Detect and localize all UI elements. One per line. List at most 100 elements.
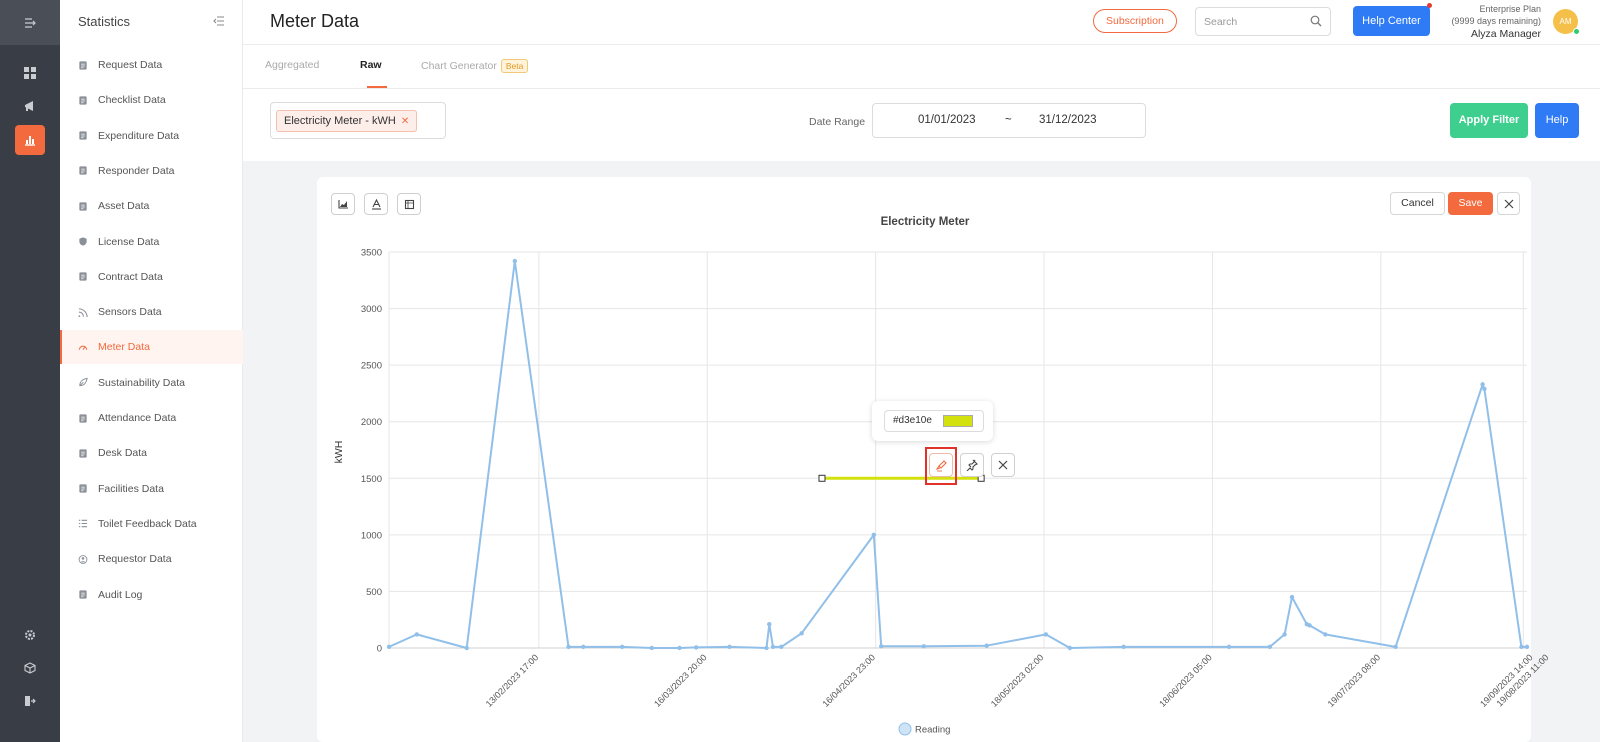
date-end[interactable]: 31/12/2023 (1039, 114, 1097, 126)
shield-icon (78, 237, 88, 247)
notification-dot (1427, 3, 1432, 8)
close-icon (998, 460, 1008, 470)
sidebar-item-contract-data[interactable]: Contract Data (60, 260, 243, 294)
statistics-icon[interactable] (15, 125, 45, 155)
color-hex-input[interactable]: #d3e10e (884, 410, 984, 432)
color-picker-highlight (925, 447, 957, 485)
list-icon (78, 519, 88, 529)
delete-annotation-button[interactable] (991, 453, 1015, 477)
sidebar-item-checklist-data[interactable]: Checklist Data (60, 83, 243, 117)
page-title: Meter Data (270, 11, 360, 31)
active-tab-indicator (367, 86, 387, 88)
close-editor-button[interactable] (1497, 192, 1520, 215)
tab-bar: Aggregated Raw Chart Generator Beta (243, 45, 1600, 89)
annotation-color-popup: #d3e10e (872, 401, 993, 441)
top-header: Meter Data Subscription Search Help Cent… (243, 0, 1600, 45)
online-status-dot (1573, 28, 1580, 35)
meter-chip-label: Electricity Meter - kWH (284, 115, 396, 127)
sidebar-item-label: Audit Log (98, 588, 143, 601)
sidebar-item-label: Sensors Data (98, 306, 162, 319)
tab-aggregated[interactable]: Aggregated (265, 59, 319, 71)
desk-icon (78, 448, 88, 458)
sidebar-item-label: Desk Data (98, 447, 148, 460)
sidebar-item-label: License Data (98, 235, 160, 248)
sidebar-item-responder-data[interactable]: Responder Data (60, 154, 243, 188)
sidebar-item-sensors-data[interactable]: Sensors Data (60, 295, 243, 329)
sidebar-item-label: Facilities Data (98, 482, 164, 495)
leaf-icon (78, 377, 88, 388)
date-start[interactable]: 01/01/2023 (918, 114, 976, 126)
collapse-sidebar-icon[interactable] (213, 14, 224, 29)
meter-select[interactable]: Electricity Meter - kWH ✕ (270, 102, 446, 139)
search-input[interactable]: Search (1195, 7, 1331, 36)
tab-chart-generator[interactable]: Chart Generator Beta (421, 59, 529, 73)
color-hex-value: #d3e10e (893, 415, 932, 426)
calendar-check-icon (78, 413, 88, 423)
sidebar-item-expenditure-data[interactable]: Expenditure Data (60, 119, 243, 153)
cube-icon[interactable] (15, 653, 45, 683)
contract-icon (78, 272, 88, 282)
tab-chart-generator-label: Chart Generator (421, 60, 497, 72)
remove-chip-icon[interactable]: ✕ (401, 116, 409, 127)
sidebar-item-requestor-data[interactable]: Requestor Data (60, 542, 243, 576)
crop-tool-button[interactable] (397, 193, 421, 215)
cancel-button[interactable]: Cancel (1390, 192, 1445, 215)
gear-icon[interactable] (15, 620, 45, 650)
request-icon (78, 60, 88, 70)
sidebar-item-desk-data[interactable]: Desk Data (60, 436, 243, 470)
date-separator: ~ (1005, 114, 1012, 126)
checklist-icon (78, 95, 88, 105)
sidebar-title: Statistics (78, 13, 131, 29)
sidebar-item-label: Expenditure Data (98, 129, 180, 142)
subscription-button[interactable]: Subscription (1093, 9, 1177, 33)
wifi-icon (78, 307, 88, 317)
sidebar-item-asset-data[interactable]: Asset Data (60, 189, 243, 223)
expand-icon (25, 17, 36, 28)
gauge-icon (78, 342, 88, 352)
chart-card (317, 177, 1531, 742)
sidebar-item-toilet-feedback-data[interactable]: Toilet Feedback Data (60, 507, 243, 541)
logout-icon[interactable] (15, 686, 45, 716)
sidebar-item-label: Responder Data (98, 164, 175, 177)
sidebar-item-label: Contract Data (98, 270, 163, 283)
sidebar-item-meter-data[interactable]: Meter Data (60, 330, 243, 365)
sidebar-item-request-data[interactable]: Request Data (60, 48, 243, 82)
pin-annotation-button[interactable] (960, 453, 984, 477)
sidebar-item-label: Checklist Data (98, 94, 166, 107)
sidebar-item-label: Toilet Feedback Data (98, 517, 197, 530)
save-button[interactable]: Save (1448, 192, 1493, 215)
sidebar-item-license-data[interactable]: License Data (60, 225, 243, 259)
plan-remaining: (9999 days remaining) (1451, 15, 1541, 26)
megaphone-icon[interactable] (15, 91, 45, 121)
beta-badge: Beta (500, 59, 529, 73)
rail-collapse-toggle[interactable] (0, 0, 60, 45)
sidebar-item-label: Asset Data (98, 200, 150, 213)
sidebar-item-sustainability-data[interactable]: Sustainability Data (60, 366, 243, 400)
text-icon (371, 198, 381, 210)
sidebar-item-audit-log[interactable]: Audit Log (60, 578, 243, 612)
search-icon[interactable] (1310, 15, 1322, 30)
color-swatch[interactable] (943, 415, 973, 427)
help-button[interactable]: Help (1535, 103, 1579, 138)
crop-icon (404, 199, 414, 209)
plan-info: Enterprise Plan (9999 days remaining) Al… (1438, 4, 1541, 41)
apply-filter-button[interactable]: Apply Filter (1450, 103, 1528, 138)
tab-raw[interactable]: Raw (360, 59, 382, 71)
requestor-icon (78, 554, 88, 564)
sidebar-item-label: Meter Data (98, 341, 150, 354)
asset-icon (78, 201, 88, 211)
sidebar-item-label: Requestor Data (98, 553, 172, 566)
help-center-button[interactable]: Help Center (1353, 6, 1430, 36)
user-name[interactable]: Alyza Manager (1438, 28, 1541, 41)
wallet-icon (78, 131, 88, 141)
chart-type-button[interactable] (331, 193, 355, 215)
close-icon (1504, 199, 1513, 208)
search-placeholder: Search (1204, 15, 1238, 28)
date-range-input[interactable]: 01/01/2023 ~ 31/12/2023 (872, 103, 1146, 138)
text-annotation-button[interactable] (364, 193, 388, 215)
sidebar-item-attendance-data[interactable]: Attendance Data (60, 401, 243, 435)
plan-name: Enterprise Plan (1479, 4, 1541, 14)
facilities-icon (78, 484, 88, 494)
dashboard-icon[interactable] (15, 58, 45, 88)
sidebar-item-facilities-data[interactable]: Facilities Data (60, 472, 243, 506)
